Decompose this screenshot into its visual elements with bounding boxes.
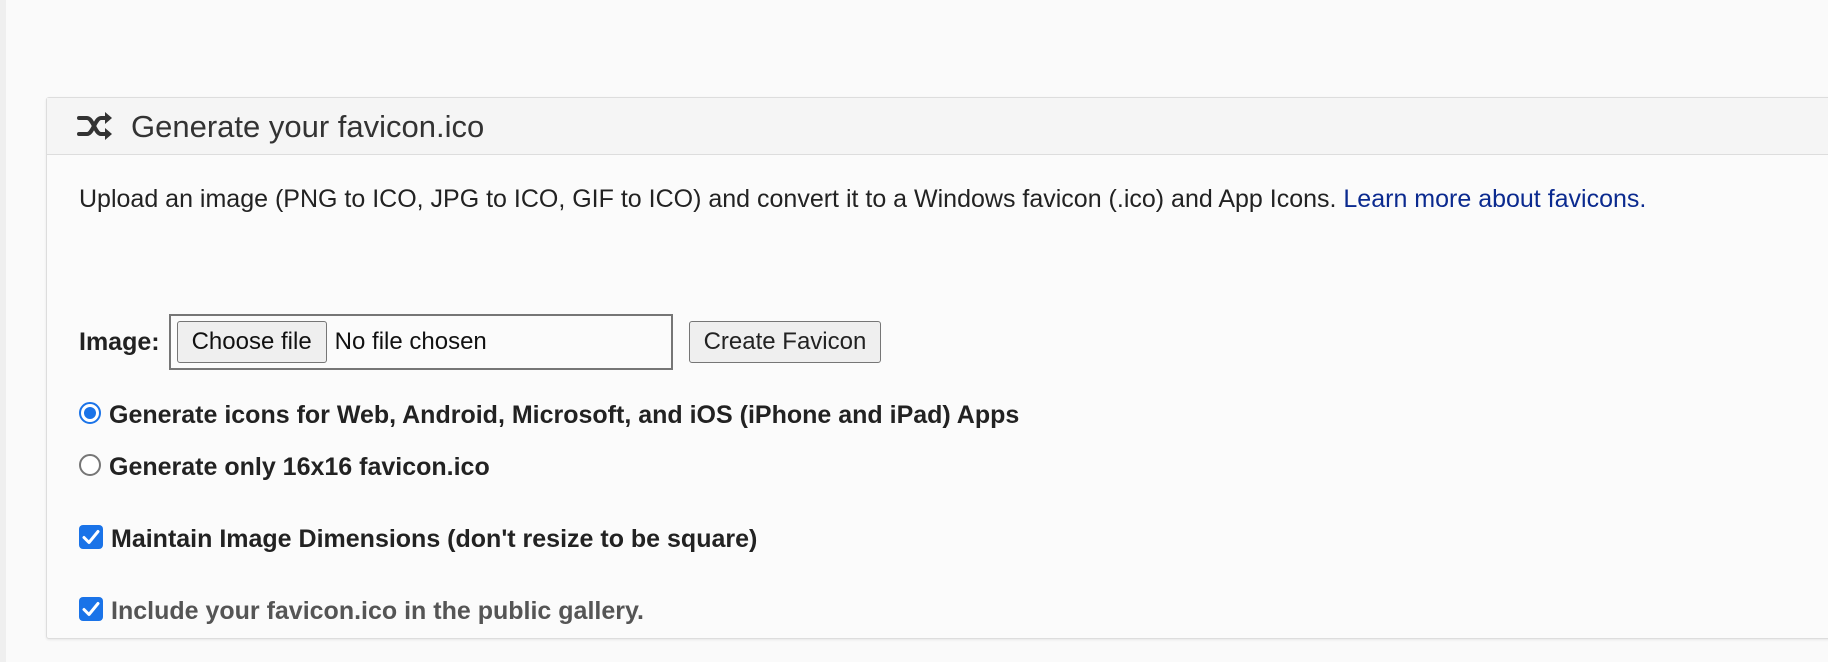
web-apps-radio[interactable] xyxy=(79,401,101,424)
create-favicon-button[interactable]: Create Favicon xyxy=(688,321,882,363)
maintain-dimensions-label: Maintain Image Dimensions (don't resize … xyxy=(111,525,758,553)
check-icon xyxy=(82,529,100,544)
shuffle-icon xyxy=(77,110,113,142)
only-16-radio[interactable] xyxy=(79,453,101,476)
intro-text: Upload an image (PNG to ICO, JPG to ICO,… xyxy=(79,185,1646,214)
option-maintain-dimensions[interactable]: Maintain Image Dimensions (don't resize … xyxy=(79,524,758,554)
page-left-rail xyxy=(0,0,6,662)
option-only-16[interactable]: Generate only 16x16 favicon.ico xyxy=(79,453,490,482)
image-upload-row: Image: Choose file No file chosen Create… xyxy=(79,314,882,370)
panel-title: Generate your favicon.ico xyxy=(131,108,485,144)
web-apps-label: Generate icons for Web, Android, Microso… xyxy=(109,401,1020,429)
public-gallery-label: Include your favicon.ico in the public g… xyxy=(111,597,644,625)
file-status-text: No file chosen xyxy=(334,328,487,355)
option-web-apps[interactable]: Generate icons for Web, Android, Microso… xyxy=(79,401,1019,430)
file-input[interactable]: Choose file No file chosen xyxy=(168,314,673,370)
learn-more-link[interactable]: Learn more about favicons. xyxy=(1343,185,1646,213)
image-label: Image: xyxy=(79,327,160,356)
public-gallery-checkbox[interactable] xyxy=(79,596,103,621)
maintain-dimensions-checkbox[interactable] xyxy=(79,524,103,549)
panel-heading: Generate your favicon.ico xyxy=(47,98,1828,155)
choose-file-button[interactable]: Choose file xyxy=(176,321,327,363)
check-icon xyxy=(82,601,100,616)
only-16-label: Generate only 16x16 favicon.ico xyxy=(109,453,490,481)
favicon-generator-panel: Generate your favicon.ico Upload an imag… xyxy=(46,97,1828,639)
intro-description: Upload an image (PNG to ICO, JPG to ICO,… xyxy=(79,185,1344,213)
option-public-gallery[interactable]: Include your favicon.ico in the public g… xyxy=(79,596,644,626)
